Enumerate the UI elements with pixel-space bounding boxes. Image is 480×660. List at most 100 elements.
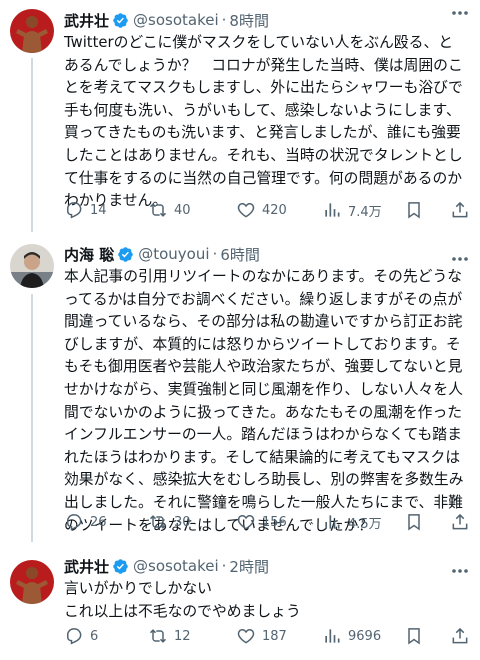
separator: ·: [221, 557, 227, 575]
retweet-count: 30: [174, 514, 191, 530]
tweet-header: 内海 聡 @touyoui · 6時間: [64, 244, 260, 264]
verified-badge-icon: [112, 12, 129, 29]
tweet-text-line: これ以上は不毛なのでやめましょう: [64, 602, 301, 620]
tweet-actions: 26 30 156 4.5万: [56, 511, 480, 533]
tweet-text-line: ってるかは自分でお調べください。繰り返しますがその点が: [64, 290, 463, 308]
tweet-3[interactable]: 武井壮 @sosotakei · 2時間 言いがかりでしかない これ以上は不毛な…: [0, 542, 480, 660]
thread-line: [31, 294, 33, 542]
bookmark-button[interactable]: [404, 199, 424, 221]
reply-button[interactable]: 14: [64, 199, 107, 221]
verified-badge-icon: [117, 246, 134, 263]
retweet-count: 12: [174, 628, 191, 644]
timestamp[interactable]: 8時間: [229, 10, 269, 31]
share-button[interactable]: [450, 511, 470, 533]
reply-icon: [67, 628, 82, 645]
views-icon: [325, 629, 340, 643]
tweet-text: Twitterのどこに僕がマスクをしていない人をぶん殴る、と あるんでしょうか？…: [64, 32, 474, 213]
more-icon[interactable]: [450, 4, 470, 16]
display-name[interactable]: 武井壮: [64, 556, 109, 577]
heart-icon: [237, 202, 255, 218]
more-icon[interactable]: [450, 250, 470, 262]
timestamp[interactable]: 2時間: [229, 556, 269, 577]
tweet-text-line: 効果がなく、感染拡大をむしろ助長し、別の弊害を多数生み: [64, 471, 464, 489]
tweet-text-line: 間違っているなら、その部分は私の勘違いですから訂正お詫: [64, 313, 463, 331]
tweet-text-line: 買ってきたものも洗います、と発言しましたが、誰にも強要: [64, 124, 461, 142]
share-icon: [452, 627, 468, 644]
tweet-actions: 14 40 420 7.4万: [56, 199, 480, 221]
tweet-1[interactable]: 武井壮 @sosotakei · 8時間 Twitterのどこに僕がマスクをして…: [0, 0, 480, 232]
like-button[interactable]: 187: [236, 625, 287, 647]
retweet-count: 40: [174, 202, 191, 218]
share-icon: [452, 201, 468, 218]
bookmark-button[interactable]: [404, 511, 424, 533]
views-count: 4.5万: [348, 516, 382, 532]
more-icon[interactable]: [450, 562, 470, 574]
reply-icon: [67, 514, 82, 531]
tweet-header: 武井壮 @sosotakei · 8時間: [64, 10, 269, 30]
heart-icon: [237, 628, 255, 644]
tweet-text-line: て仕事をするのに当然の自己管理です。何の問題があるのか: [64, 169, 463, 187]
verified-badge-icon: [112, 558, 129, 575]
views-button[interactable]: 9696: [322, 625, 381, 647]
views-count: 7.4万: [348, 204, 382, 220]
tweet-text-line: インフルエンサーの一人。踏んだほうはわからなくても踏ま: [64, 426, 462, 444]
avatar[interactable]: [10, 560, 54, 604]
reply-button[interactable]: 26: [64, 511, 107, 533]
timestamp[interactable]: 6時間: [220, 244, 260, 265]
retweet-icon: [149, 203, 167, 217]
like-button[interactable]: 156: [236, 511, 287, 533]
like-count: 420: [262, 202, 287, 218]
views-button[interactable]: 7.4万: [322, 199, 382, 221]
user-handle[interactable]: @sosotakei: [133, 557, 219, 575]
reply-button[interactable]: 6: [64, 625, 98, 647]
views-icon: [325, 515, 340, 529]
separator: ·: [221, 11, 227, 29]
display-name[interactable]: 武井壮: [64, 10, 109, 31]
views-count: 9696: [348, 628, 382, 644]
tweet-text-line: 本人記事の引用リツイートのなかにあります。その先どうな: [64, 268, 463, 285]
display-name[interactable]: 内海 聡: [64, 244, 114, 265]
tweet-text: 言いがかりでしかない これ以上は不毛なのでやめましょう: [64, 578, 474, 623]
retweet-button[interactable]: 12: [148, 625, 191, 647]
views-icon: [325, 203, 340, 217]
tweet-text-line: 手も何度も洗い、うがいもして、感染しないようにします、: [64, 101, 461, 119]
share-button[interactable]: [450, 625, 470, 647]
tweet-actions: 6 12 187 9696: [56, 625, 480, 647]
retweet-icon: [149, 629, 167, 643]
avatar[interactable]: [10, 244, 54, 288]
user-handle[interactable]: @sosotakei: [133, 11, 219, 29]
tweet-text-line: 間でないかのように扱ってきた。あなたもその風潮を作った: [64, 403, 463, 421]
tweet-text: 本人記事の引用リツイートのなかにあります。その先どうな ってるかは自分でお調べく…: [64, 266, 474, 537]
like-count: 187: [262, 628, 287, 644]
views-button[interactable]: 4.5万: [322, 511, 382, 533]
thread-line: [31, 58, 33, 232]
retweet-button[interactable]: 40: [148, 199, 191, 221]
retweet-button[interactable]: 30: [148, 511, 191, 533]
tweet-text-line: したことはありません。それも、当時の状況でタレントとし: [64, 146, 463, 164]
separator: ·: [212, 245, 218, 263]
tweet-text-line: びしますが、本質的には怒りからツイートしております。そ: [64, 335, 461, 353]
tweet-header: 武井壮 @sosotakei · 2時間: [64, 556, 269, 576]
tweet-text-line: あるんでしょうか？ コロナが発生した当時、僕は周囲のこ: [64, 56, 463, 74]
like-count: 156: [262, 514, 287, 530]
tweet-text-line: Twitterのどこに僕がマスクをしていない人をぶん殴る、と: [64, 34, 454, 51]
user-handle[interactable]: @touyoui: [138, 245, 209, 263]
tweet-text-line: もそも御用医者や芸能人や政治家たちが、強要してないと見: [64, 358, 463, 376]
share-button[interactable]: [450, 199, 470, 221]
bookmark-icon: [408, 628, 420, 645]
reply-count: 26: [90, 514, 107, 530]
bookmark-icon: [408, 514, 420, 531]
reply-count: 14: [90, 202, 107, 218]
tweet-text-line: れたほうはわかります。そして結果論的に考えてもマスクは: [64, 448, 461, 466]
tweet-text-line: 言いがかりでしかない: [64, 580, 212, 597]
like-button[interactable]: 420: [236, 199, 287, 221]
share-icon: [452, 513, 468, 530]
bookmark-icon: [408, 202, 420, 219]
retweet-icon: [149, 515, 167, 529]
reply-icon: [67, 202, 82, 219]
reply-count: 6: [90, 628, 99, 644]
tweet-2[interactable]: 内海 聡 @touyoui · 6時間 本人記事の引用リツイートのなかにあります…: [0, 232, 480, 542]
avatar[interactable]: [10, 9, 54, 53]
bookmark-button[interactable]: [404, 625, 424, 647]
tweet-text-line: せかけながら、実質強制と同じ風潮を作り、しない人々を人: [64, 380, 463, 398]
